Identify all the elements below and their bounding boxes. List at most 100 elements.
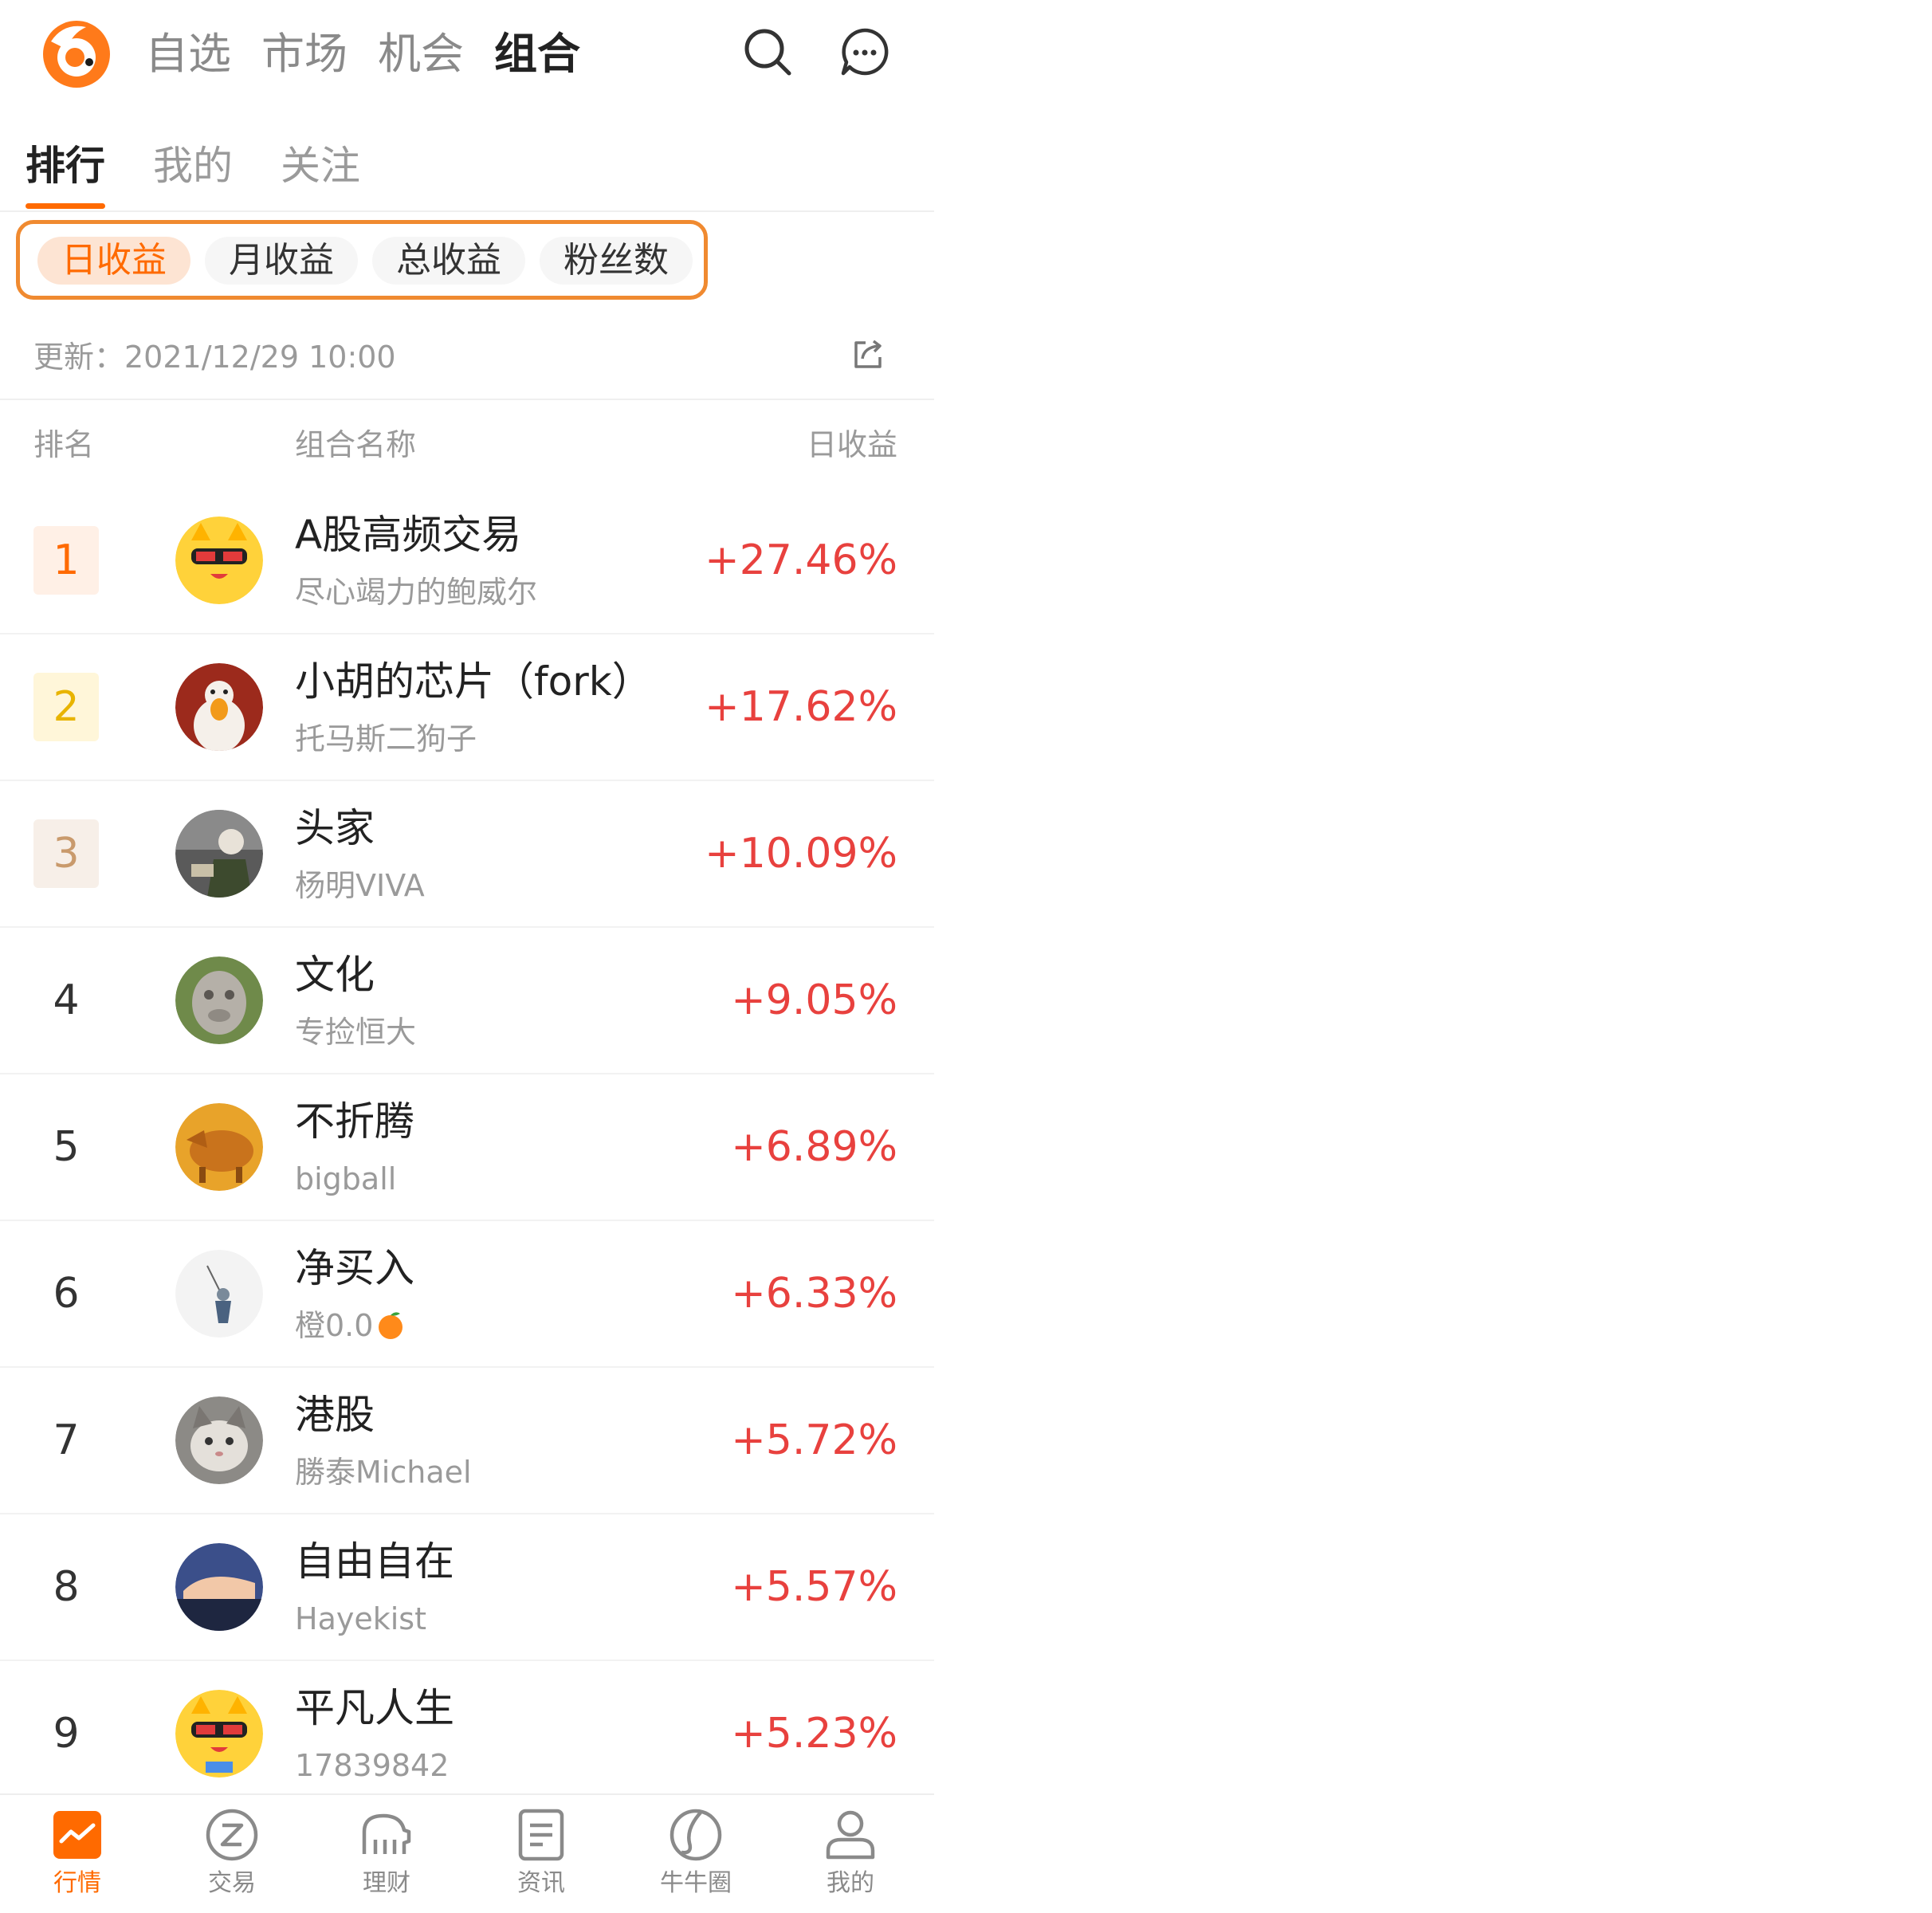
avatar bbox=[175, 663, 263, 751]
nav-wealth[interactable]: 理财 bbox=[327, 1805, 446, 1902]
portfolio-name: 平凡人生 bbox=[295, 1685, 454, 1731]
community-circle-icon bbox=[670, 1809, 722, 1861]
list-item[interactable]: 7 港股 勝泰Michael +5.72% bbox=[0, 1368, 934, 1514]
ranking-list: 1 A股高频交易 尽心竭力的鲍威尔 +27.46% 2 小胡的芯片（fork） bbox=[0, 488, 934, 1808]
list-item[interactable]: 4 文化 专捡恒大 +9.05% bbox=[0, 928, 934, 1074]
daily-return-value: +5.72% bbox=[731, 1416, 897, 1464]
portfolio-name: 文化 bbox=[295, 952, 375, 998]
nav-label: 牛牛圈 bbox=[660, 1869, 732, 1897]
orange-emoji-icon bbox=[379, 1312, 403, 1339]
daily-return-value: +17.62% bbox=[705, 683, 897, 731]
search-icon[interactable] bbox=[741, 26, 794, 78]
filter-total-return[interactable]: 总收益 bbox=[372, 237, 525, 285]
top-tab-opportunity[interactable]: 机会 bbox=[378, 24, 464, 84]
avatar bbox=[175, 1543, 263, 1631]
filter-monthly-return[interactable]: 月收益 bbox=[205, 237, 358, 285]
portfolio-name: 港股 bbox=[295, 1392, 375, 1438]
avatar bbox=[175, 1250, 263, 1338]
portfolio-name: 不折腾 bbox=[295, 1098, 414, 1145]
daily-return-value: +6.89% bbox=[731, 1123, 897, 1171]
bottom-nav: 行情 交易 理财 资讯 牛牛圈 我的 bbox=[0, 1793, 934, 1913]
owner-name: bigball bbox=[295, 1161, 397, 1196]
list-item[interactable]: 2 小胡的芯片（fork） 托马斯二狗子 +17.62% bbox=[0, 634, 934, 781]
quotes-chart-icon bbox=[53, 1811, 101, 1859]
top-tab-market[interactable]: 市场 bbox=[261, 24, 348, 84]
list-item[interactable]: 8 自由自在 Hayekist +5.57% bbox=[0, 1514, 934, 1661]
rank-number: 1 bbox=[33, 526, 99, 595]
nav-label: 交易 bbox=[208, 1869, 256, 1897]
sub-tabs: 排行 我的 关注 bbox=[26, 136, 360, 209]
piggy-bank-icon bbox=[362, 1813, 411, 1854]
divider bbox=[0, 399, 934, 400]
message-icon[interactable] bbox=[838, 26, 891, 78]
list-item[interactable]: 6 净买入 橙0.0 +6.33% bbox=[0, 1221, 934, 1368]
list-item[interactable]: 1 A股高频交易 尽心竭力的鲍威尔 +27.46% bbox=[0, 488, 934, 634]
rank-number: 5 bbox=[53, 1123, 80, 1171]
nav-label: 资讯 bbox=[517, 1869, 565, 1897]
list-item[interactable]: 9 平凡人生 17839842 +5.23% bbox=[0, 1661, 934, 1808]
nav-community[interactable]: 牛牛圈 bbox=[636, 1805, 756, 1902]
rank-number: 8 bbox=[53, 1563, 80, 1611]
rank-number: 2 bbox=[33, 673, 99, 741]
rank-number: 7 bbox=[53, 1416, 80, 1464]
avatar bbox=[175, 956, 263, 1044]
portfolio-name: 自由自在 bbox=[295, 1538, 454, 1585]
nav-label: 理财 bbox=[363, 1869, 410, 1897]
app-screen: 自选 市场 机会 组合 排行 我的 关注 日收益 月收益 总收益 粉丝数 更新：… bbox=[0, 0, 934, 1913]
list-item[interactable]: 3 头家 杨明VIVA +10.09% bbox=[0, 781, 934, 928]
owner-name: 勝泰Michael bbox=[295, 1455, 472, 1490]
avatar bbox=[175, 1690, 263, 1777]
owner-name: 橙0.0 bbox=[295, 1304, 406, 1347]
top-tab-watchlist[interactable]: 自选 bbox=[145, 24, 231, 84]
rank-number: 9 bbox=[53, 1710, 80, 1758]
daily-return-value: +27.46% bbox=[705, 536, 897, 584]
tab-ranking[interactable]: 排行 bbox=[26, 136, 105, 209]
daily-return-value: +10.09% bbox=[705, 830, 897, 878]
nav-trade[interactable]: 交易 bbox=[172, 1805, 292, 1902]
nav-quotes[interactable]: 行情 bbox=[18, 1805, 137, 1902]
avatar bbox=[175, 1396, 263, 1484]
ranking-filter-group: 日收益 月收益 总收益 粉丝数 bbox=[16, 220, 708, 300]
nav-label: 行情 bbox=[53, 1869, 101, 1897]
portfolio-name: A股高频交易 bbox=[295, 512, 522, 558]
column-daily-return: 日收益 bbox=[806, 427, 897, 462]
top-bar: 自选 市场 机会 组合 bbox=[0, 0, 934, 105]
owner-name: Hayekist bbox=[295, 1601, 426, 1636]
column-name: 组合名称 bbox=[295, 427, 417, 462]
divider bbox=[0, 210, 934, 212]
owner-name: 尽心竭力的鲍威尔 bbox=[295, 575, 538, 610]
nav-label: 我的 bbox=[827, 1869, 874, 1897]
owner-name: 专捡恒大 bbox=[295, 1015, 417, 1050]
owner-name: 托马斯二狗子 bbox=[295, 721, 477, 756]
avatar bbox=[175, 517, 263, 604]
portfolio-name: 净买入 bbox=[295, 1245, 414, 1291]
top-tab-portfolio[interactable]: 组合 bbox=[494, 24, 580, 84]
tab-mine[interactable]: 我的 bbox=[153, 136, 233, 196]
news-icon bbox=[518, 1809, 564, 1861]
owner-name: 杨明VIVA bbox=[295, 868, 425, 903]
daily-return-value: +5.57% bbox=[731, 1563, 897, 1611]
share-icon[interactable] bbox=[851, 336, 886, 371]
rank-number: 4 bbox=[53, 976, 80, 1024]
profile-icon bbox=[826, 1810, 875, 1860]
rank-number: 6 bbox=[53, 1270, 80, 1318]
daily-return-value: +5.23% bbox=[731, 1710, 897, 1758]
list-item[interactable]: 5 不折腾 bigball +6.89% bbox=[0, 1074, 934, 1221]
filter-daily-return[interactable]: 日收益 bbox=[37, 237, 190, 285]
filter-followers[interactable]: 粉丝数 bbox=[540, 237, 693, 285]
avatar bbox=[175, 1103, 263, 1191]
owner-name: 17839842 bbox=[295, 1748, 450, 1783]
daily-return-value: +9.05% bbox=[731, 976, 897, 1024]
rank-number: 3 bbox=[33, 819, 99, 888]
nav-news[interactable]: 资讯 bbox=[481, 1805, 601, 1902]
nav-profile[interactable]: 我的 bbox=[791, 1805, 910, 1902]
column-rank: 排名 bbox=[33, 427, 95, 462]
update-time: 更新：2021/12/29 10:00 bbox=[33, 340, 396, 375]
tab-following[interactable]: 关注 bbox=[281, 136, 360, 196]
app-logo-icon bbox=[43, 21, 110, 88]
portfolio-name: 小胡的芯片（fork） bbox=[295, 658, 652, 705]
trade-icon bbox=[206, 1809, 258, 1861]
avatar bbox=[175, 810, 263, 898]
daily-return-value: +6.33% bbox=[731, 1270, 897, 1318]
portfolio-name: 头家 bbox=[295, 805, 375, 851]
